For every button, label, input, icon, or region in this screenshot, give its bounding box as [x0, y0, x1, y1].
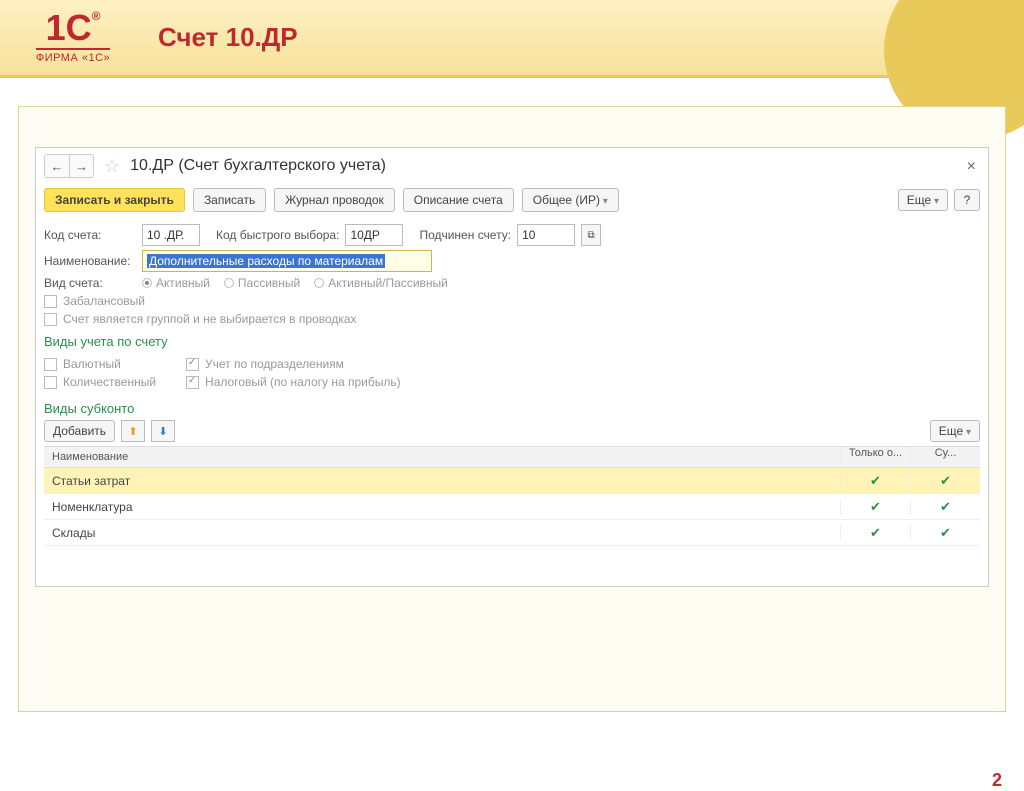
group-checkbox[interactable]: Счет является группой и не выбирается в …: [44, 312, 980, 326]
fields-area: Код счета: Код быстрого выбора: Подчинен…: [36, 224, 988, 546]
row-only-check[interactable]: ✔: [840, 525, 910, 541]
help-button[interactable]: ?: [954, 189, 980, 211]
parent-input[interactable]: [517, 224, 575, 246]
quantity-checkbox[interactable]: Количественный: [44, 375, 156, 389]
table-row[interactable]: Склады✔✔: [44, 520, 980, 546]
more-button[interactable]: Еще: [898, 189, 948, 211]
row-sum-check[interactable]: ✔: [910, 525, 980, 541]
slide-title: Счет 10.ДР: [158, 22, 298, 53]
account-type-radios: Активный Пассивный Активный/Пассивный: [142, 276, 448, 290]
table-row[interactable]: Номенклатура✔✔: [44, 494, 980, 520]
name-label: Наименование:: [44, 254, 136, 268]
save-and-close-button[interactable]: Записать и закрыть: [44, 188, 185, 212]
row-name: Номенклатура: [44, 496, 840, 518]
currency-checkbox[interactable]: Валютный: [44, 357, 156, 371]
radio-active[interactable]: Активный: [142, 276, 210, 290]
add-subkonto-button[interactable]: Добавить: [44, 420, 115, 442]
row-sum-check[interactable]: ✔: [910, 499, 980, 515]
name-input[interactable]: Дополнительные расходы по материалам: [142, 250, 432, 272]
description-button[interactable]: Описание счета: [403, 188, 514, 212]
code-label: Код счета:: [44, 228, 136, 242]
subkonto-more-button[interactable]: Еще: [930, 420, 980, 442]
row-name: Склады: [44, 522, 840, 544]
journal-button[interactable]: Журнал проводок: [274, 188, 395, 212]
move-up-button[interactable]: ⬆: [121, 420, 145, 442]
table-row[interactable]: Статьи затрат✔✔: [44, 468, 980, 494]
account-type-label: Вид счета:: [44, 276, 136, 290]
parent-picker-button[interactable]: ⧉: [581, 224, 601, 246]
account-form-window: ← → ☆ 10.ДР (Счет бухгалтерского учета) …: [35, 147, 989, 587]
subkonto-types-heading: Виды субконто: [44, 401, 980, 416]
close-icon[interactable]: ×: [967, 158, 976, 176]
col-name: Наименование: [44, 447, 840, 467]
department-checkbox[interactable]: Учет по подразделениям: [186, 357, 401, 371]
form-header: ← → ☆ 10.ДР (Счет бухгалтерского учета) …: [36, 148, 988, 184]
save-button[interactable]: Записать: [193, 188, 266, 212]
general-ir-button[interactable]: Общее (ИР): [522, 188, 619, 212]
form-title: 10.ДР (Счет бухгалтерского учета): [130, 157, 386, 175]
row-only-check[interactable]: ✔: [840, 473, 910, 489]
toolbar: Записать и закрыть Записать Журнал прово…: [36, 184, 988, 220]
row-only-check[interactable]: ✔: [840, 499, 910, 515]
forward-button[interactable]: →: [69, 155, 93, 177]
subkonto-table: Наименование Только о... Су... Статьи за…: [44, 446, 980, 546]
slide-header: 1C® ФИРМА «1С» Счет 10.ДР: [0, 0, 1024, 78]
radio-passive[interactable]: Пассивный: [224, 276, 300, 290]
row-sum-check[interactable]: ✔: [910, 473, 980, 489]
col-sum: Су...: [910, 447, 980, 467]
tax-checkbox[interactable]: Налоговый (по налогу на прибыль): [186, 375, 401, 389]
page-number: 2: [992, 770, 1002, 791]
move-down-button[interactable]: ⬇: [151, 420, 175, 442]
offbalance-checkbox[interactable]: Забалансовый: [44, 294, 980, 308]
table-header: Наименование Только о... Су...: [44, 447, 980, 468]
quick-code-input[interactable]: [345, 224, 403, 246]
logo: 1C® ФИРМА «1С»: [18, 10, 128, 66]
row-name: Статьи затрат: [44, 470, 840, 492]
code-input[interactable]: [142, 224, 200, 246]
content-frame: ← → ☆ 10.ДР (Счет бухгалтерского учета) …: [18, 106, 1006, 712]
parent-label: Подчинен счету:: [419, 228, 511, 242]
favorite-star-icon[interactable]: ☆: [104, 156, 120, 177]
quick-code-label: Код быстрого выбора:: [216, 228, 339, 242]
radio-active-passive[interactable]: Активный/Пассивный: [314, 276, 448, 290]
accounting-types-heading: Виды учета по счету: [44, 334, 980, 349]
col-only: Только о...: [840, 447, 910, 467]
back-button[interactable]: ←: [45, 155, 69, 177]
